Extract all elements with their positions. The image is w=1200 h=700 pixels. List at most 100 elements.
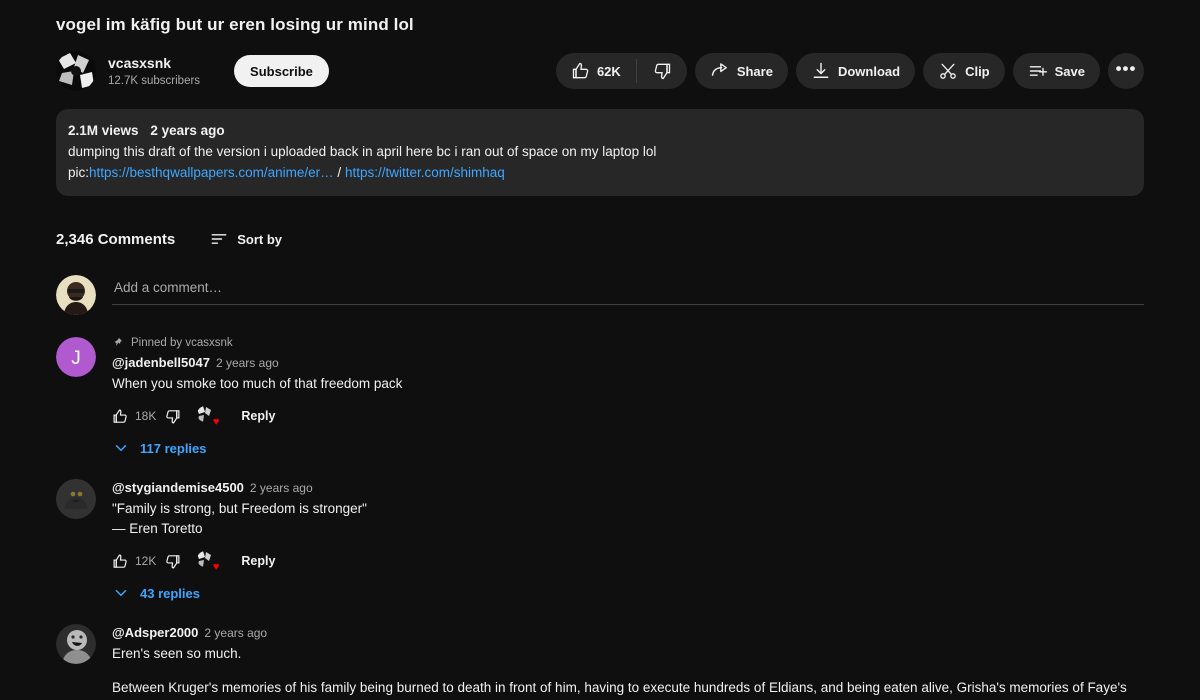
chevron-down-icon	[112, 439, 130, 457]
thumbs-down-icon	[164, 408, 181, 425]
subscribe-button[interactable]: Subscribe	[234, 55, 329, 87]
creator-heart-avatar	[197, 406, 213, 422]
save-label: Save	[1055, 64, 1085, 79]
sort-icon	[209, 229, 229, 249]
comment-text: "Family is strong, but Freedom is strong…	[112, 499, 1144, 539]
replies-count-label: 43 replies	[140, 586, 200, 601]
channel-meta: vcasxsnk 12.7K subscribers	[108, 54, 200, 89]
description-link-wallpapers[interactable]: https://besthqwallpapers.com/anime/er…	[89, 165, 334, 180]
creator-heart-avatar	[197, 551, 213, 567]
comment-header: @Adsper2000 2 years ago	[112, 624, 1144, 642]
pinned-label: Pinned by vcasxsnk	[131, 337, 233, 349]
clip-button[interactable]: Clip	[923, 53, 1005, 89]
comment-like-button[interactable]: 12K	[112, 553, 156, 570]
clip-label: Clip	[965, 64, 990, 79]
owner-actions-row: vcasxsnk 12.7K subscribers Subscribe 62K	[56, 49, 1144, 93]
comment-like-count: 18K	[135, 409, 156, 423]
description-meta: 2.1M views 2 years ago	[68, 121, 1132, 141]
like-dislike-group: 62K	[556, 53, 687, 89]
comment-avatar[interactable]	[56, 479, 96, 519]
share-button[interactable]: Share	[695, 53, 788, 89]
description-links: pic:https://besthqwallpapers.com/anime/e…	[68, 163, 1132, 183]
ellipsis-icon: •••	[1116, 60, 1137, 82]
like-count: 62K	[597, 64, 621, 79]
channel-name[interactable]: vcasxsnk	[108, 54, 200, 72]
download-label: Download	[838, 64, 900, 79]
comment-body: @Adsper2000 2 years ago Eren's seen so m…	[112, 624, 1144, 700]
save-button[interactable]: Save	[1013, 53, 1100, 89]
add-comment-field	[112, 275, 1144, 305]
view-count: 2.1M views	[68, 123, 139, 138]
comment-avatar[interactable]: J	[56, 337, 96, 377]
dislike-button[interactable]	[637, 53, 687, 89]
comment-like-button[interactable]: 18K	[112, 408, 156, 425]
view-replies-button[interactable]: 117 replies	[112, 439, 1144, 457]
comment-avatar[interactable]	[56, 624, 96, 664]
thumbs-up-icon	[112, 553, 129, 570]
comment-text: Eren's seen so much.	[112, 644, 1144, 664]
save-to-playlist-icon	[1028, 61, 1048, 81]
comment-author[interactable]: @Adsper2000	[112, 624, 198, 642]
creator-heart-badge[interactable]: ♥	[197, 406, 217, 426]
comments-header: 2,346 Comments Sort by	[56, 227, 1144, 251]
thumbs-down-icon	[164, 553, 181, 570]
replies-count-label: 117 replies	[140, 441, 207, 456]
comment-body: Pinned by vcasxsnk @jadenbell5047 2 year…	[112, 337, 1144, 457]
description-link-twitter[interactable]: https://twitter.com/shimhaq	[345, 165, 505, 180]
download-icon	[811, 61, 831, 81]
more-actions-button[interactable]: •••	[1108, 53, 1144, 89]
youtube-watch-page: vogel im käfig but ur eren losing ur min…	[0, 0, 1200, 700]
comment-text-expanded: Between Kruger's memories of his family …	[112, 678, 1144, 700]
chevron-down-icon	[112, 584, 130, 602]
download-button[interactable]: Download	[796, 53, 915, 89]
thumbs-down-icon	[652, 61, 672, 81]
heart-icon: ♥	[213, 417, 220, 428]
share-icon	[710, 61, 730, 81]
comment-author[interactable]: @jadenbell5047	[112, 354, 210, 372]
comment-author[interactable]: @stygiandemise4500	[112, 479, 244, 497]
comment-dislike-button[interactable]	[164, 553, 181, 570]
thumbs-up-icon	[571, 61, 591, 81]
channel-avatar[interactable]	[56, 51, 96, 91]
comment-reply-button[interactable]: Reply	[241, 554, 275, 568]
svg-text:J: J	[71, 348, 81, 369]
comment-actions: 12K	[112, 547, 1144, 575]
description-text: dumping this draft of the version i uplo…	[68, 142, 1132, 162]
add-comment-row	[56, 275, 1144, 315]
comments-count: 2,346 Comments	[56, 231, 175, 248]
comment-header: @stygiandemise4500 2 years ago	[112, 479, 1144, 497]
sort-by-button[interactable]: Sort by	[209, 229, 282, 249]
comment-timestamp: 2 years ago	[216, 354, 279, 372]
sort-by-label: Sort by	[237, 232, 282, 247]
comment-text: When you smoke too much of that freedom …	[112, 374, 1144, 394]
comment-body: @stygiandemise4500 2 years ago "Family i…	[112, 479, 1144, 602]
creator-heart-badge[interactable]: ♥	[197, 551, 217, 571]
comment-timestamp: 2 years ago	[250, 479, 313, 497]
comment-actions: 18K	[112, 402, 1144, 430]
subscriber-count: 12.7K subscribers	[108, 73, 200, 89]
comment-dislike-button[interactable]	[164, 408, 181, 425]
pin-icon	[112, 337, 124, 349]
view-replies-button[interactable]: 43 replies	[112, 584, 1144, 602]
channel-info[interactable]: vcasxsnk 12.7K subscribers Subscribe	[56, 51, 329, 91]
description-box[interactable]: 2.1M views 2 years ago dumping this draf…	[56, 109, 1144, 196]
pinned-badge: Pinned by vcasxsnk	[112, 337, 1144, 349]
comment-thread: J Pinned by vcasxsnk @jadenbell5047 2 ye…	[56, 337, 1144, 457]
comment-timestamp: 2 years ago	[204, 624, 267, 642]
comment-like-count: 12K	[135, 554, 156, 568]
heart-icon: ♥	[213, 562, 220, 573]
comment-thread: @stygiandemise4500 2 years ago "Family i…	[56, 479, 1144, 602]
pic-prefix: pic:	[68, 165, 89, 180]
thumbs-up-icon	[112, 408, 129, 425]
publish-date: 2 years ago	[150, 123, 224, 138]
share-label: Share	[737, 64, 773, 79]
link-separator: /	[337, 165, 341, 180]
comment-reply-button[interactable]: Reply	[241, 409, 275, 423]
comment-header: @jadenbell5047 2 years ago	[112, 354, 1144, 372]
page-title: vogel im käfig but ur eren losing ur min…	[56, 0, 1144, 37]
like-button[interactable]: 62K	[556, 53, 636, 89]
comment-thread: @Adsper2000 2 years ago Eren's seen so m…	[56, 624, 1144, 700]
add-comment-input[interactable]	[112, 280, 1144, 305]
current-user-avatar[interactable]	[56, 275, 96, 315]
video-actions: 62K	[556, 53, 1144, 89]
